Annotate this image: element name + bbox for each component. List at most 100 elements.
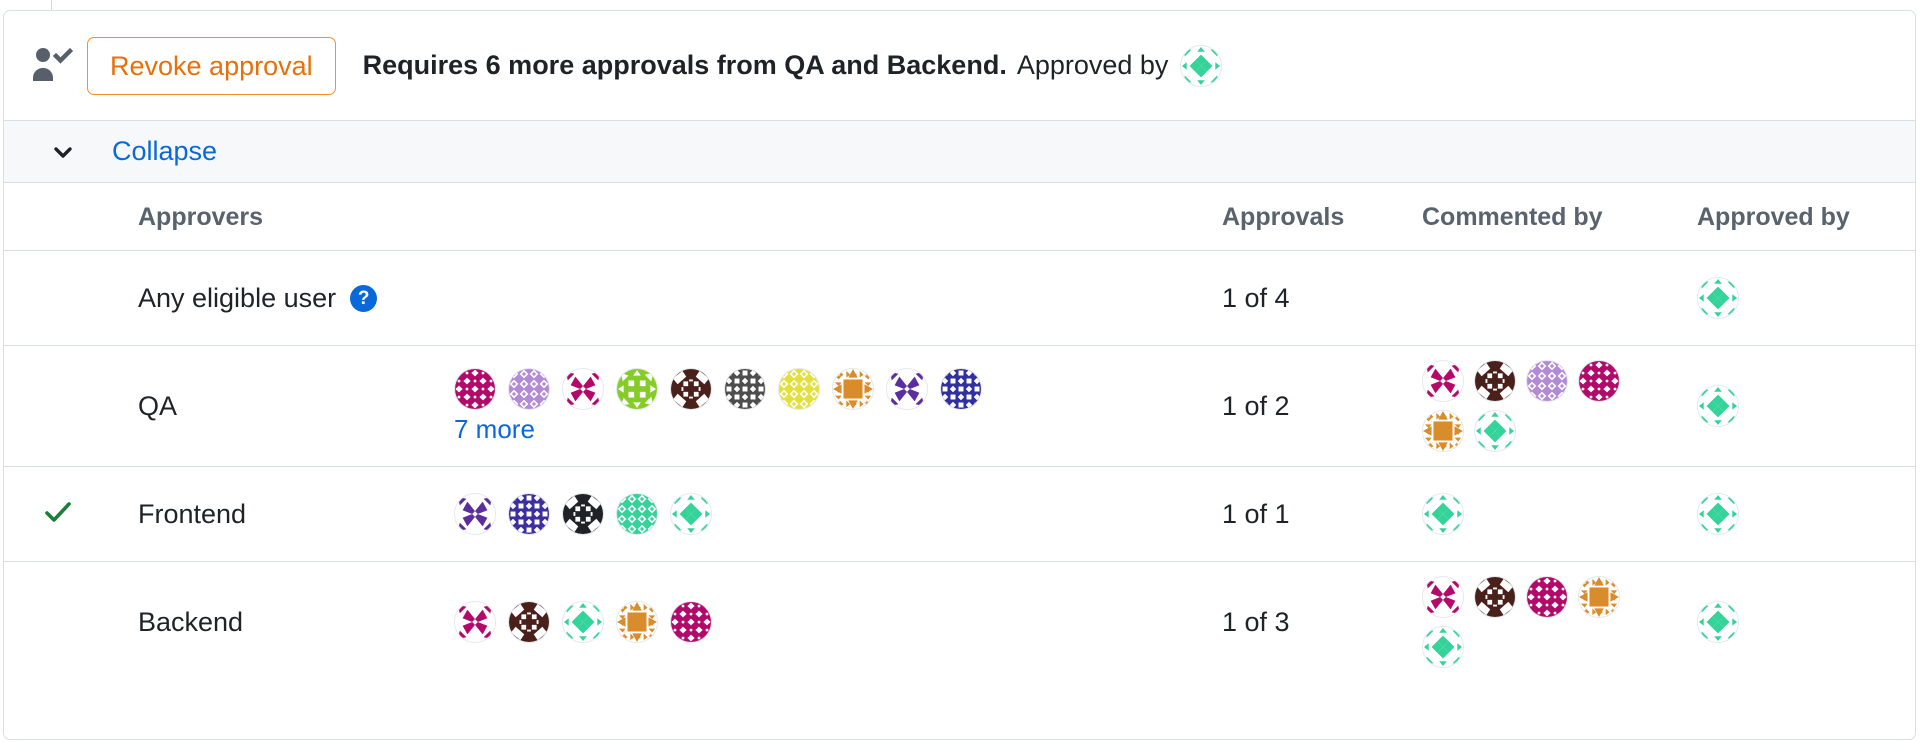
- table-body: Any eligible user? 1 of 4 QA 7 more 1 of 2 Fr…: [4, 250, 1915, 683]
- cell-approvals-count: 1 of 3: [1222, 606, 1290, 637]
- commenter-avatar[interactable]: [1526, 360, 1568, 402]
- approver-avatar[interactable]: [670, 367, 712, 410]
- approver-avatar[interactable]: [670, 601, 712, 643]
- cell-approvers: QA 7 more: [112, 345, 1222, 467]
- cell-commented-by: [1422, 562, 1697, 683]
- approver-avatar[interactable]: [886, 367, 928, 410]
- review-status-bold: Requires 6 more approvals from QA and Ba…: [362, 50, 1007, 80]
- table-header-row: Approvers Approvals Commented by Approve…: [4, 183, 1915, 251]
- cell-approvals-count: 1 of 2: [1222, 345, 1422, 467]
- approver-avatar[interactable]: [508, 493, 550, 535]
- cell-commented-by: [1422, 345, 1697, 467]
- th-approvers: Approvers: [112, 183, 1222, 251]
- approver-avatar[interactable]: [562, 601, 604, 643]
- approver-group-label: Frontend: [138, 498, 247, 529]
- th-status: [4, 183, 112, 251]
- cell-approvals-count: 1 of 1: [1222, 466, 1422, 562]
- commenter-avatar[interactable]: [1474, 360, 1516, 402]
- approver-avatar[interactable]: [832, 367, 874, 410]
- avatar[interactable]: [1180, 44, 1223, 87]
- cell-approval-status: [4, 345, 112, 467]
- commenter-avatar[interactable]: [1474, 576, 1516, 618]
- commented-by-avatars: [1422, 493, 1622, 535]
- more-approvers-link[interactable]: 7 more: [454, 414, 535, 445]
- approver-avatar[interactable]: [616, 601, 658, 643]
- approver-group-name: Frontend: [138, 499, 454, 530]
- approver-avatar[interactable]: [1697, 277, 1739, 319]
- approver-avatar[interactable]: [670, 493, 712, 535]
- commenter-avatar[interactable]: [1422, 576, 1464, 618]
- approver-avatar[interactable]: [1697, 385, 1739, 427]
- cell-approved-by: [1697, 466, 1915, 562]
- approved-by-avatars: [1697, 493, 1897, 535]
- approver-avatar[interactable]: [1697, 493, 1739, 535]
- approver-group-label: QA: [138, 390, 178, 421]
- approver-avatar[interactable]: [1697, 601, 1739, 643]
- commenter-avatar[interactable]: [1422, 410, 1464, 452]
- commenter-avatar[interactable]: [1578, 360, 1620, 402]
- approver-avatar[interactable]: [616, 367, 658, 410]
- commenter-avatar[interactable]: [1422, 626, 1464, 668]
- approved-by-avatars: [1697, 601, 1897, 643]
- approver-avatar[interactable]: [508, 367, 550, 410]
- approver-group-name: Backend: [138, 607, 454, 638]
- approver-avatar[interactable]: [562, 367, 604, 410]
- approver-avatar[interactable]: [508, 601, 550, 643]
- check-icon: [43, 497, 73, 527]
- cell-approved-by: [1697, 250, 1915, 346]
- cell-approval-status: [4, 466, 112, 562]
- table-row: Any eligible user? 1 of 4: [4, 250, 1915, 346]
- commented-by-avatars: [1422, 360, 1622, 452]
- th-approved-by: Approved by: [1697, 183, 1915, 251]
- cell-approvers: Frontend: [112, 466, 1222, 562]
- commenter-avatar[interactable]: [1578, 576, 1620, 618]
- th-commented-by: Commented by: [1422, 183, 1697, 251]
- table-row: Backend 1 of 3: [4, 562, 1915, 683]
- approved-by-label: Approved by: [1016, 50, 1169, 80]
- review-status-text: Requires 6 more approvals from QA and Ba…: [362, 44, 1223, 87]
- cell-approved-by: [1697, 345, 1915, 467]
- help-icon[interactable]: ?: [350, 284, 378, 312]
- person-check-icon: [29, 44, 73, 88]
- approver-avatar[interactable]: [616, 493, 658, 535]
- cell-approved-by: [1697, 562, 1915, 683]
- approval-panel-page: Revoke approval Requires 6 more approval…: [0, 0, 1924, 752]
- approver-avatar-list: [454, 601, 712, 643]
- cell-approval-status: [4, 250, 112, 346]
- approver-group-label: Backend: [138, 606, 244, 637]
- cell-approvers: Any eligible user?: [112, 250, 1222, 346]
- table-row: Frontend 1 of 1: [4, 466, 1915, 562]
- cell-commented-by: [1422, 250, 1697, 346]
- approved-by-avatars: [1697, 385, 1897, 427]
- approver-avatar[interactable]: [454, 601, 496, 643]
- approvers-table: Approvers Approvals Commented by Approve…: [4, 183, 1915, 682]
- review-header: Revoke approval Requires 6 more approval…: [4, 11, 1915, 121]
- commenter-avatar[interactable]: [1526, 576, 1568, 618]
- approved-by-avatars: [1697, 277, 1897, 319]
- approver-avatar[interactable]: [778, 367, 820, 410]
- review-panel: Revoke approval Requires 6 more approval…: [3, 10, 1916, 740]
- revoke-approval-button[interactable]: Revoke approval: [87, 36, 336, 95]
- approver-avatar-list: [454, 493, 712, 535]
- approver-avatar[interactable]: [454, 367, 496, 410]
- avatar-row: [454, 367, 982, 410]
- table-row: QA 7 more 1 of 2: [4, 345, 1915, 467]
- cell-approval-status: [4, 562, 112, 683]
- avatar-row: [454, 493, 712, 535]
- collapse-bar[interactable]: Collapse: [4, 121, 1915, 183]
- chevron-down-icon[interactable]: [52, 141, 74, 163]
- commenter-avatar[interactable]: [1474, 410, 1516, 452]
- collapse-link[interactable]: Collapse: [112, 136, 217, 167]
- cell-approvals-count: 1 of 4: [1222, 250, 1422, 346]
- approver-avatar[interactable]: [562, 493, 604, 535]
- approver-group-name: QA: [138, 391, 454, 422]
- approver-avatar[interactable]: [724, 367, 766, 410]
- th-approvals: Approvals: [1222, 183, 1422, 251]
- cell-approvers: Backend: [112, 562, 1222, 683]
- approver-avatar[interactable]: [940, 367, 982, 410]
- commenter-avatar[interactable]: [1422, 360, 1464, 402]
- avatar-row: [454, 601, 712, 643]
- approver-avatar[interactable]: [454, 493, 496, 535]
- commenter-avatar[interactable]: [1422, 493, 1464, 535]
- approver-avatar-list: 7 more: [454, 367, 982, 445]
